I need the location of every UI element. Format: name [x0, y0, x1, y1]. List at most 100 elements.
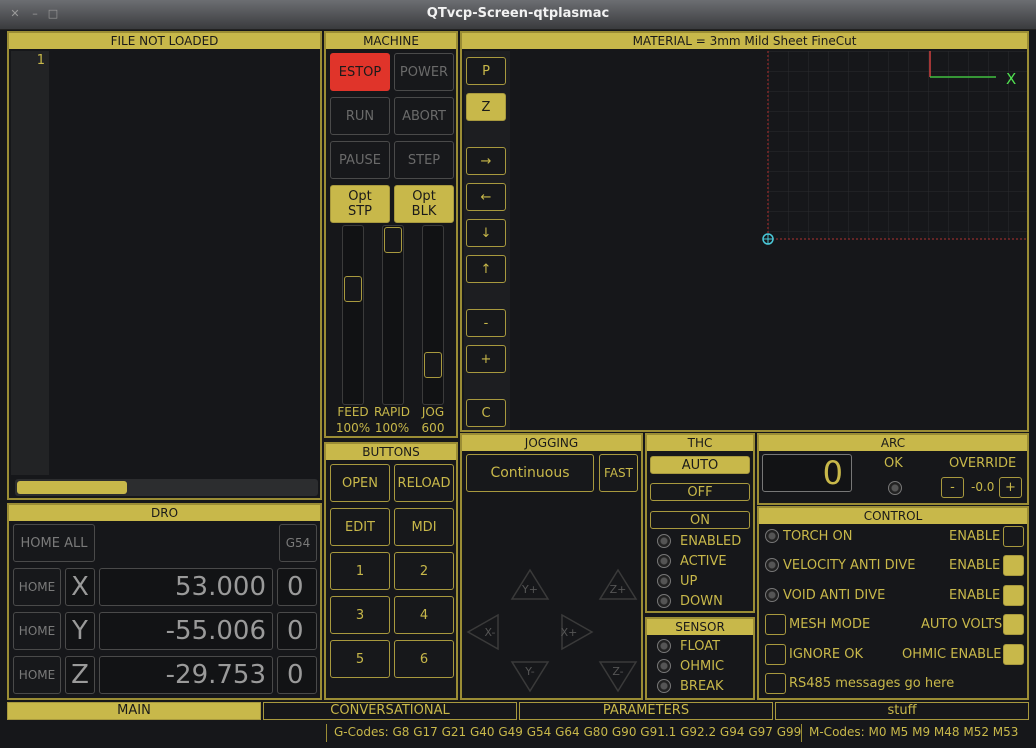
velocity-anti-dive-enable-checkbox[interactable] [1003, 555, 1024, 576]
mcodes-status: M-Codes: M0 M5 M9 M48 M52 M53 [809, 725, 1019, 739]
jog-slider[interactable] [422, 225, 444, 405]
preview-x-axis-label: X [1006, 70, 1016, 88]
dro-panel: DRO HOME ALL G54 HOME X 53.000 0 HOME Y … [7, 503, 322, 700]
jog-slider-handle[interactable] [424, 352, 442, 378]
tab-parameters[interactable]: PARAMETERS [519, 702, 773, 720]
tab-conversational[interactable]: CONVERSATIONAL [263, 702, 517, 720]
mesh-mode-checkbox[interactable] [765, 614, 786, 635]
work-offset-select[interactable]: G54 [279, 524, 317, 562]
pan-right-button[interactable]: → [466, 147, 506, 175]
arc-panel-header: ARC [759, 435, 1027, 451]
mdi-button[interactable]: MDI [394, 508, 454, 546]
user-button-2[interactable]: 2 [394, 552, 454, 590]
thc-auto-button[interactable]: AUTO [650, 456, 750, 474]
rapid-slider[interactable] [382, 225, 404, 405]
user-button-6[interactable]: 6 [394, 640, 454, 678]
tab-stuff[interactable]: stuff [775, 702, 1029, 720]
home-y-button[interactable]: HOME [13, 612, 61, 650]
svg-text:Y+: Y+ [521, 583, 538, 596]
dro-z-value: -29.753 [99, 656, 273, 694]
feed-slider-handle[interactable] [344, 276, 362, 302]
thc-up-label: UP [680, 574, 698, 589]
break-sensor-led [657, 679, 671, 693]
pan-left-button[interactable]: ← [466, 183, 506, 211]
fast-jog-button[interactable]: FAST [599, 454, 638, 492]
break-sensor-label: BREAK [680, 679, 724, 694]
thc-active-led [657, 554, 671, 568]
zoom-in-button[interactable]: + [466, 345, 506, 373]
axis-z-label: Z [65, 656, 95, 694]
line-number: 1 [36, 53, 45, 68]
rapid-label: RAPID [373, 405, 411, 419]
optional-block-button[interactable]: Opt BLK [394, 185, 454, 223]
jog-x-plus-button[interactable]: X+ [561, 613, 594, 651]
home-x-button[interactable]: HOME [13, 568, 61, 606]
horizontal-scrollbar[interactable] [15, 479, 318, 496]
dro-y-value: -55.006 [99, 612, 273, 650]
user-button-3[interactable]: 3 [330, 596, 390, 634]
ohmic-sensor-label: OHMIC [680, 659, 725, 674]
thc-off-button[interactable]: OFF [650, 483, 750, 501]
dro-y-digit-select[interactable]: 0 [277, 612, 317, 650]
abort-button[interactable]: ABORT [394, 97, 454, 135]
gcode-editor[interactable] [49, 51, 318, 475]
thc-panel-header: THC [647, 435, 753, 451]
svg-text:Z+: Z+ [610, 583, 627, 596]
step-button[interactable]: STEP [394, 141, 454, 179]
machine-panel-header: MACHINE [326, 33, 456, 49]
view-z-button[interactable]: Z [466, 93, 506, 121]
jog-y-plus-button[interactable]: Y+ [510, 568, 550, 600]
svg-text:X+: X+ [561, 626, 578, 639]
pause-button[interactable]: PAUSE [330, 141, 390, 179]
jog-z-plus-button[interactable]: Z+ [598, 568, 638, 600]
dro-x-value: 53.000 [99, 568, 273, 606]
status-divider-2 [801, 724, 802, 742]
override-minus-button[interactable]: - [941, 477, 964, 498]
scrollbar-handle[interactable] [17, 481, 127, 494]
zoom-out-button[interactable]: - [466, 309, 506, 337]
jog-mode-select[interactable]: Continuous [466, 454, 594, 492]
pan-down-button[interactable]: ↓ [466, 219, 506, 247]
user-button-5[interactable]: 5 [330, 640, 390, 678]
dro-x-digit-select[interactable]: 0 [277, 568, 317, 606]
home-all-button[interactable]: HOME ALL [13, 524, 95, 562]
tab-main[interactable]: MAIN [7, 702, 261, 720]
pan-up-button[interactable]: ↑ [466, 255, 506, 283]
clear-button[interactable]: C [466, 399, 506, 427]
void-anti-dive-enable-checkbox[interactable] [1003, 585, 1024, 606]
override-plus-button[interactable]: + [999, 477, 1022, 498]
control-panel-header: CONTROL [759, 508, 1027, 524]
rapid-slider-handle[interactable] [384, 227, 402, 253]
dro-z-digit-select[interactable]: 0 [277, 656, 317, 694]
run-button[interactable]: RUN [330, 97, 390, 135]
ohmic-enable-checkbox[interactable] [1003, 644, 1024, 665]
edit-button[interactable]: EDIT [330, 508, 390, 546]
jog-z-minus-button[interactable]: Z- [598, 661, 638, 693]
home-z-button[interactable]: HOME [13, 656, 61, 694]
estop-button[interactable]: ESTOP [330, 53, 390, 91]
jog-x-minus-button[interactable]: X- [466, 613, 499, 651]
view-p-button[interactable]: P [466, 57, 506, 85]
arc-panel: ARC 0 OK OVERRIDE - -0.0 + [757, 433, 1029, 505]
gcode-preview-canvas[interactable]: X [510, 51, 1027, 430]
void-anti-dive-label: VOID ANTI DIVE [783, 588, 886, 603]
feed-slider[interactable] [342, 225, 364, 405]
torch-enable-checkbox[interactable] [1003, 526, 1024, 547]
user-button-1[interactable]: 1 [330, 552, 390, 590]
rs485-checkbox[interactable] [765, 673, 786, 694]
auto-volts-checkbox[interactable] [1003, 614, 1024, 635]
rs485-message: RS485 messages go here [789, 676, 955, 691]
arc-ok-led [888, 481, 902, 495]
tool-position-icon [762, 233, 774, 245]
thc-on-button[interactable]: ON [650, 511, 750, 529]
float-sensor-label: FLOAT [680, 639, 721, 654]
window-title: QTvcp-Screen-qtplasmac [426, 6, 610, 21]
ignore-ok-checkbox[interactable] [765, 644, 786, 665]
reload-button[interactable]: RELOAD [394, 464, 454, 502]
open-button[interactable]: OPEN [330, 464, 390, 502]
torch-on-label: TORCH ON [783, 529, 853, 544]
optional-stop-button[interactable]: Opt STP [330, 185, 390, 223]
jog-y-minus-button[interactable]: Y- [510, 661, 550, 693]
user-button-4[interactable]: 4 [394, 596, 454, 634]
power-button[interactable]: POWER [394, 53, 454, 91]
